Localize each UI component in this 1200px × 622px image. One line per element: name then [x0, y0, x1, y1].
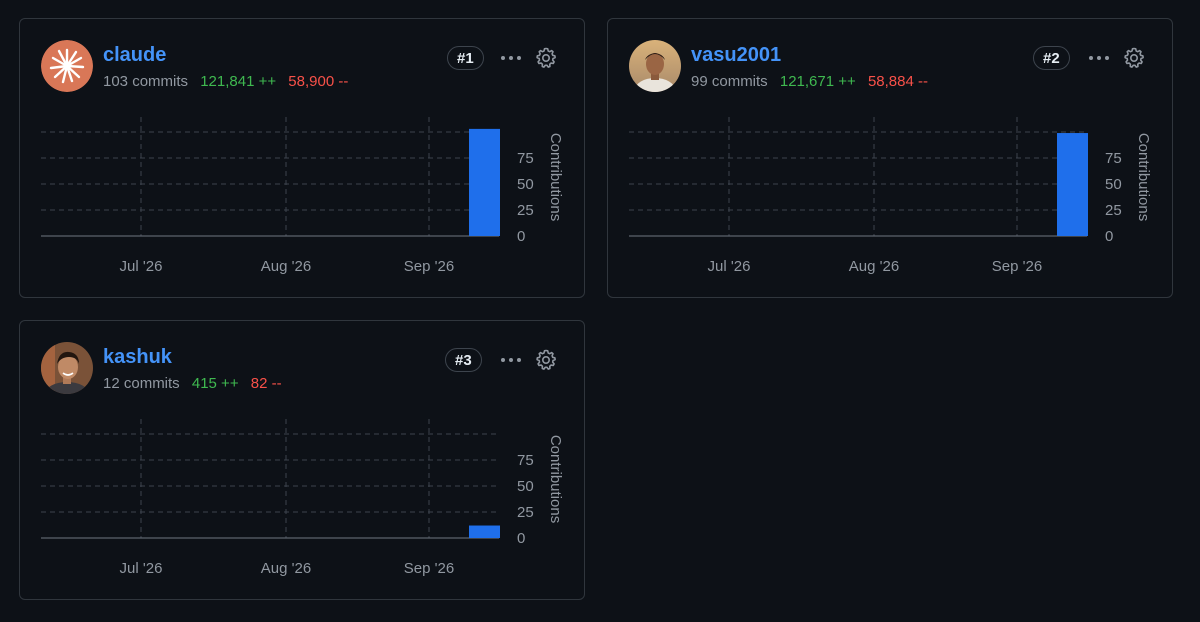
x-tick-label: Aug '26	[261, 258, 311, 275]
x-tick-label: Sep '26	[404, 258, 454, 275]
x-tick-label: Jul '26	[120, 560, 163, 577]
y-tick-label: 75	[1105, 150, 1122, 167]
y-tick-label: 0	[517, 530, 525, 547]
y-tick-label: 50	[517, 478, 534, 495]
y-tick-label: 75	[517, 150, 534, 167]
y-tick-label: 25	[1105, 202, 1122, 219]
x-tick-label: Sep '26	[992, 258, 1042, 275]
x-tick-label: Aug '26	[849, 258, 899, 275]
x-tick-label: Jul '26	[120, 258, 163, 275]
y-tick-label: 50	[517, 176, 534, 193]
y-tick-label: 0	[517, 228, 525, 245]
contributor-card: vasu2001 99 commits 121,671 ++ 58,884 --…	[607, 18, 1173, 298]
x-tick-label: Sep '26	[404, 560, 454, 577]
y-tick-label: 25	[517, 504, 534, 521]
contribution-bar[interactable]	[1057, 133, 1088, 236]
x-tick-label: Jul '26	[708, 258, 751, 275]
y-axis-label: Contributions	[547, 435, 564, 523]
y-axis-label: Contributions	[1135, 133, 1152, 221]
contribution-bar[interactable]	[469, 128, 500, 236]
y-tick-label: 75	[517, 452, 534, 469]
y-tick-label: 25	[517, 202, 534, 219]
y-tick-label: 50	[1105, 176, 1122, 193]
contributions-chart: 0 25 50 75 Jul '26 Aug '26 Sep '26 Contribution…	[41, 419, 564, 577]
contributions-chart: 0 25 50 75 Jul '26 Aug '26 Sep '26 Contribution…	[629, 117, 1152, 275]
contribution-bar[interactable]	[469, 525, 500, 538]
contributions-chart: 0 25 50 75 Jul '26 Aug '26 Sep '26 Contribution…	[41, 117, 564, 275]
y-axis-label: Contributions	[547, 133, 564, 221]
contributor-card: kashuk 12 commits 415 ++ 82 -- #3 0 25 50 7…	[19, 320, 585, 600]
y-tick-label: 0	[1105, 228, 1113, 245]
contributor-card: claude 103 commits 121,841 ++ 58,900 -- …	[19, 18, 585, 298]
x-tick-label: Aug '26	[261, 560, 311, 577]
